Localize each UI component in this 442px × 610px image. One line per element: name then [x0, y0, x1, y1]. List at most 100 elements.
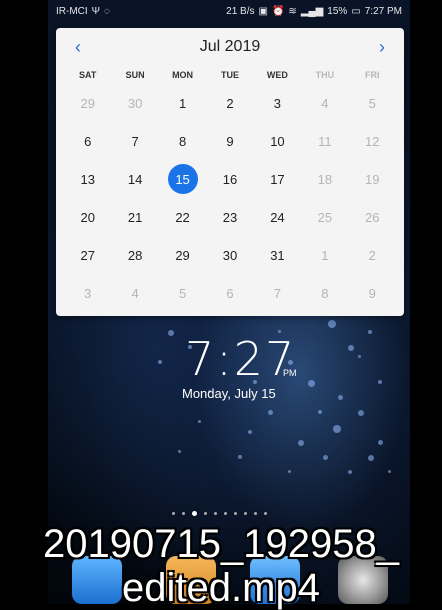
calendar-day[interactable]: 5 [349, 84, 396, 122]
weekday-label: MON [172, 70, 194, 80]
bokeh-dot [248, 430, 252, 434]
calendar-day[interactable]: 6 [64, 122, 111, 160]
calendar-day[interactable]: 2 [349, 236, 396, 274]
bokeh-dot [358, 355, 361, 358]
page-dot [244, 512, 247, 515]
calendar-day[interactable]: 20 [64, 198, 111, 236]
calendar-widget: ‹ Jul 2019 › SAT SUN MON TUE WED THU FRI… [56, 28, 404, 316]
bokeh-dot [288, 470, 291, 473]
bokeh-dot [308, 380, 315, 387]
calendar-day[interactable]: 12 [349, 122, 396, 160]
calendar-day[interactable]: 29 [64, 84, 111, 122]
calendar-day[interactable]: 17 [254, 160, 301, 198]
weekday-label: THU [315, 70, 335, 80]
page-dot-active [192, 511, 197, 516]
carrier-label: IR-MCI [56, 5, 88, 17]
bokeh-dot [268, 410, 273, 415]
bokeh-dot [323, 455, 328, 460]
status-time: 7:27 PM [364, 5, 402, 17]
page-dot [172, 512, 175, 515]
bokeh-dot [198, 420, 201, 423]
next-month-button[interactable]: › [370, 35, 394, 59]
calendar-day[interactable]: 6 [206, 274, 253, 312]
bokeh-dot [368, 455, 374, 461]
weekday-label: WED [266, 70, 288, 80]
calendar-day[interactable]: 8 [301, 274, 348, 312]
calendar-day[interactable]: 3 [64, 274, 111, 312]
network-speed: 21 B/s [226, 5, 255, 17]
bokeh-dot [318, 410, 322, 414]
bokeh-dot [338, 395, 343, 400]
calendar-day[interactable]: 18 [301, 160, 348, 198]
weekday-label: SUN [125, 70, 145, 80]
alarm-icon: ⏰ [271, 5, 285, 17]
calendar-day[interactable]: 16 [206, 160, 253, 198]
calendar-days-grid: 29 30 1 2 3 4 5 6 7 8 9 10 11 12 13 14 1… [56, 84, 404, 312]
calendar-day[interactable]: 7 [254, 274, 301, 312]
wifi-icon: ≋ [288, 5, 297, 17]
bokeh-dot [378, 440, 383, 445]
calendar-day[interactable]: 22 [159, 198, 206, 236]
calendar-day[interactable]: 4 [111, 274, 158, 312]
month-title: Jul 2019 [199, 38, 261, 55]
bokeh-dot [368, 330, 372, 334]
page-dot [254, 512, 257, 515]
calendar-day[interactable]: 11 [301, 122, 348, 160]
calendar-day[interactable]: 4 [301, 84, 348, 122]
calendar-day[interactable]: 5 [159, 274, 206, 312]
calendar-day[interactable]: 30 [111, 84, 158, 122]
bokeh-dot [378, 380, 382, 384]
page-dot [214, 512, 217, 515]
calendar-day[interactable]: 19 [349, 160, 396, 198]
calendar-day[interactable]: 7 [111, 122, 158, 160]
bokeh-dot [298, 440, 304, 446]
bokeh-dot [358, 410, 364, 416]
page-dot [234, 512, 237, 515]
calendar-day[interactable]: 1 [159, 84, 206, 122]
page-indicator [172, 511, 267, 516]
calendar-day-selected[interactable]: 15 [159, 160, 206, 198]
battery-icon: ▭ [351, 5, 361, 17]
calendar-day[interactable]: 26 [349, 198, 396, 236]
calendar-day[interactable]: 13 [64, 160, 111, 198]
calendar-day[interactable]: 29 [159, 236, 206, 274]
chevron-right-icon: › [379, 36, 385, 57]
calendar-day[interactable]: 28 [111, 236, 158, 274]
chevron-left-icon: ‹ [75, 36, 81, 57]
filename-line-2: edited.mp4 [122, 566, 320, 610]
calendar-day[interactable]: 23 [206, 198, 253, 236]
status-bar: IR-MCI Ψ ◌ 21 B/s ▣ ⏰ ≋ ▂▄▆ 15% ▭ 7:27 P… [48, 0, 410, 22]
bokeh-dot [238, 455, 242, 459]
calendar-day[interactable]: 10 [254, 122, 301, 160]
calendar-day[interactable]: 3 [254, 84, 301, 122]
usb-icon: Ψ [91, 5, 101, 17]
calendar-day[interactable]: 24 [254, 198, 301, 236]
calendar-day[interactable]: 9 [349, 274, 396, 312]
bokeh-dot [328, 320, 336, 328]
weekday-label: SAT [79, 70, 97, 80]
bokeh-dot [333, 425, 341, 433]
calendar-day[interactable]: 8 [159, 122, 206, 160]
calendar-day[interactable]: 14 [111, 160, 158, 198]
lockscreen-clock: 7:27 [185, 332, 297, 386]
video-filename-overlay: 20190715_192958_ edited.mp4 [0, 522, 442, 610]
calendar-day[interactable]: 31 [254, 236, 301, 274]
calendar-day[interactable]: 21 [111, 198, 158, 236]
notification-icon: ◌ [104, 5, 110, 17]
bokeh-dot [348, 345, 354, 351]
page-dot [264, 512, 267, 515]
page-dot [182, 512, 185, 515]
nfc-icon: ▣ [258, 5, 268, 17]
calendar-day[interactable]: 2 [206, 84, 253, 122]
page-dot [224, 512, 227, 515]
calendar-day[interactable]: 27 [64, 236, 111, 274]
signal-icon: ▂▄▆ [300, 5, 324, 17]
calendar-day[interactable]: 9 [206, 122, 253, 160]
previous-month-button[interactable]: ‹ [66, 35, 90, 59]
calendar-day[interactable]: 25 [301, 198, 348, 236]
calendar-day[interactable]: 1 [301, 236, 348, 274]
filename-line-1: 20190715_192958_ [43, 522, 399, 566]
bokeh-dot [388, 470, 391, 473]
calendar-day[interactable]: 30 [206, 236, 253, 274]
calendar-header: ‹ Jul 2019 › [56, 28, 404, 66]
